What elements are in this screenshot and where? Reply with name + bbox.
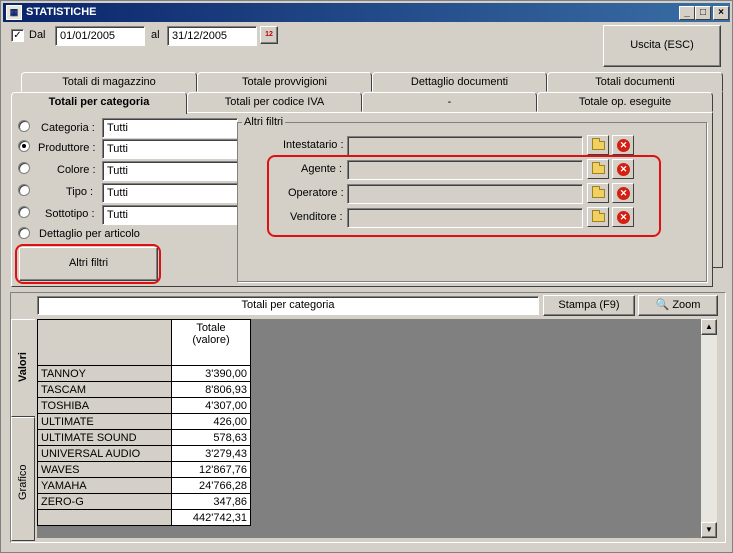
row-name: UNIVERSAL AUDIO: [37, 445, 172, 462]
radio-dettaglio-articolo[interactable]: [18, 227, 30, 239]
tab-grafico[interactable]: Grafico: [11, 417, 35, 541]
other-filters-group-title: Altri filtri: [242, 116, 286, 128]
tab-dash[interactable]: -: [362, 92, 537, 112]
row-value: 578,63: [171, 429, 251, 446]
column-header-totale: Totale (valore): [171, 319, 251, 366]
date-to-label: al: [151, 29, 160, 41]
table-row[interactable]: YAMAHA 24'766,28: [37, 477, 251, 494]
total-row: 442'742,31: [37, 509, 251, 526]
highlight-agent-filters: [267, 155, 661, 237]
chart-icon: ▦: [6, 5, 22, 20]
tab-totale-op-eseguite[interactable]: Totale op. eseguite: [537, 92, 713, 112]
magnifier-icon: 🔍: [655, 299, 670, 311]
clear-icon[interactable]: ✕: [612, 135, 634, 155]
row-value: 4'307,00: [171, 397, 251, 414]
row-name: ZERO-G: [37, 493, 172, 510]
window-title: STATISTICHE: [26, 6, 97, 18]
field-tipo[interactable]: Tutti: [102, 183, 238, 203]
radio-categoria[interactable]: [18, 120, 30, 132]
title-bar[interactable]: ▦ STATISTICHE _ □ ×: [3, 3, 730, 22]
row-value: 24'766,28: [171, 477, 251, 494]
results-title: Totali per categoria: [37, 296, 539, 315]
zoom-label: Zoom: [672, 299, 701, 311]
exit-button[interactable]: Uscita (ESC): [603, 25, 721, 67]
row-header-corner: [37, 319, 172, 366]
field-categoria[interactable]: Tutti: [102, 118, 238, 138]
row-value: 426,00: [171, 413, 251, 430]
label-tipo: Tipo :: [66, 186, 94, 198]
date-from-label: Dal: [29, 29, 46, 41]
tab-panel-shadow: [713, 92, 723, 268]
field-produttore[interactable]: Tutti: [102, 139, 238, 159]
row-name: YAMAHA: [37, 477, 172, 494]
highlight-other-filters: [15, 244, 161, 284]
field-colore[interactable]: Tutti: [102, 161, 238, 181]
close-button[interactable]: ×: [713, 6, 729, 20]
label-dettaglio-articolo: Dettaglio per articolo: [39, 228, 140, 240]
row-name: ULTIMATE: [37, 413, 172, 430]
scroll-up-icon[interactable]: ▲: [701, 319, 717, 335]
tab-totali-categoria[interactable]: Totali per categoria: [11, 92, 187, 114]
field-intestatario[interactable]: [347, 136, 583, 156]
calendar-icon[interactable]: 12: [260, 26, 278, 44]
row-value: 347,86: [171, 493, 251, 510]
label-categoria: Categoria :: [41, 122, 95, 134]
radio-colore[interactable]: [18, 162, 30, 174]
statistics-window: ▦ STATISTICHE _ □ × ✓ Dal 01/01/2005 al …: [0, 0, 733, 553]
folder-icon[interactable]: [587, 135, 609, 155]
table-row[interactable]: TANNOY 3'390,00: [37, 365, 251, 382]
label-sottotipo: Sottotipo :: [45, 208, 95, 220]
tab-totali-codice-iva[interactable]: Totali per codice IVA: [187, 92, 362, 112]
table-row[interactable]: UNIVERSAL AUDIO 3'279,43: [37, 445, 251, 462]
radio-sottotipo[interactable]: [18, 206, 30, 218]
print-button[interactable]: Stampa (F9): [543, 295, 635, 316]
minimize-button[interactable]: _: [679, 6, 695, 20]
tab-totali-documenti[interactable]: Totali documenti: [547, 72, 723, 92]
maximize-button[interactable]: □: [695, 6, 711, 20]
vertical-scrollbar[interactable]: [701, 319, 717, 538]
tab-dettaglio-documenti[interactable]: Dettaglio documenti: [372, 72, 547, 92]
radio-produttore[interactable]: [18, 140, 30, 152]
row-name: TANNOY: [37, 365, 172, 382]
table-row[interactable]: ULTIMATE SOUND 578,63: [37, 429, 251, 446]
row-name: ULTIMATE SOUND: [37, 429, 172, 446]
tab-valori-label: Valori: [17, 352, 29, 382]
row-value: 3'390,00: [171, 365, 251, 382]
row-name: TOSHIBA: [37, 397, 172, 414]
label-intestatario: Intestatario :: [283, 139, 344, 151]
table-row[interactable]: ULTIMATE 426,00: [37, 413, 251, 430]
results-table: Totale (valore) TANNOY 3'390,00 TASCAM 8'8…: [37, 319, 251, 526]
row-name: TASCAM: [37, 381, 172, 398]
date-from-field[interactable]: 01/01/2005: [55, 26, 145, 46]
date-to-field[interactable]: 31/12/2005: [167, 26, 257, 46]
field-sottotipo[interactable]: Tutti: [102, 205, 238, 225]
total-value: 442'742,31: [171, 509, 251, 526]
label-colore: Colore :: [57, 164, 96, 176]
tab-valori[interactable]: Valori: [11, 319, 35, 417]
zoom-button[interactable]: 🔍 Zoom: [638, 295, 718, 316]
tab-grafico-label: Grafico: [17, 464, 29, 500]
date-filter-checkbox[interactable]: ✓: [11, 29, 24, 42]
scroll-down-icon[interactable]: ▼: [701, 522, 717, 538]
row-value: 12'867,76: [171, 461, 251, 478]
total-label: [37, 509, 172, 526]
tab-totali-magazzino[interactable]: Totali di magazzino: [21, 72, 197, 92]
row-name: WAVES: [37, 461, 172, 478]
row-value: 3'279,43: [171, 445, 251, 462]
row-value: 8'806,93: [171, 381, 251, 398]
table-row[interactable]: ZERO-G 347,86: [37, 493, 251, 510]
tab-totale-provvigioni[interactable]: Totale provvigioni: [197, 72, 372, 92]
table-row[interactable]: WAVES 12'867,76: [37, 461, 251, 478]
radio-tipo[interactable]: [18, 184, 30, 196]
label-produttore: Produttore :: [38, 142, 96, 154]
table-row[interactable]: TASCAM 8'806,93: [37, 381, 251, 398]
table-row[interactable]: TOSHIBA 4'307,00: [37, 397, 251, 414]
